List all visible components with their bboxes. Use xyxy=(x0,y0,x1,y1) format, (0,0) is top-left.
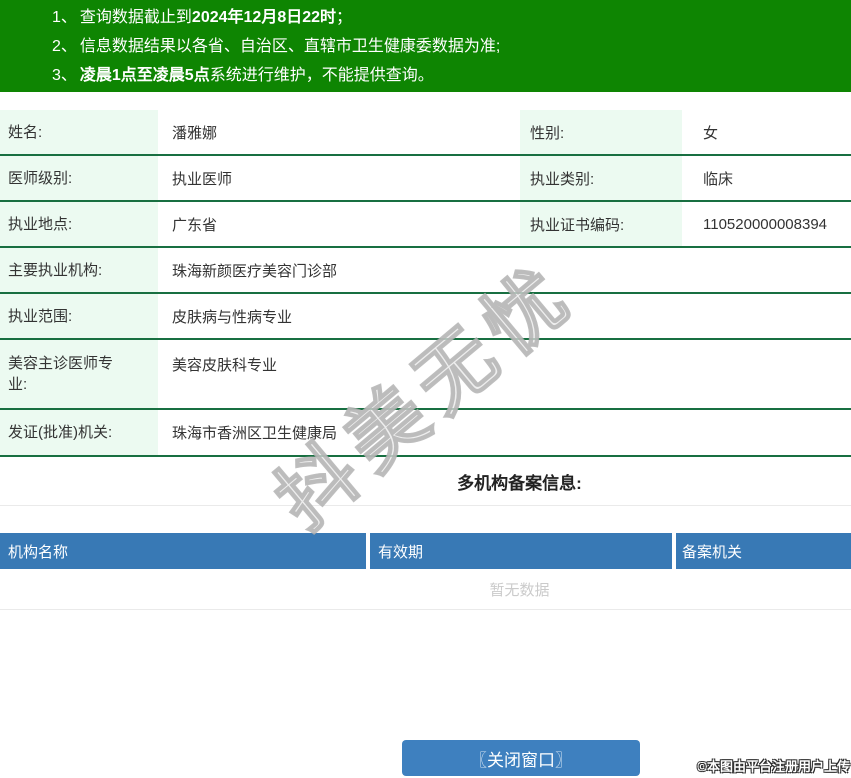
field-label-cosmetic-specialty: 美容主诊医师专业: xyxy=(0,340,158,408)
notice-banner: 1、查询数据截止到2024年12月8日22时； 2、信息数据结果以各省、自治区、… xyxy=(0,0,851,92)
table-row: 美容主诊医师专业: 美容皮肤科专业 xyxy=(0,340,851,410)
field-value-practice-location: 广东省 xyxy=(158,202,520,246)
field-label-doctor-level: 医师级别: xyxy=(0,156,158,200)
field-value-cosmetic-specialty: 美容皮肤科专业 xyxy=(158,340,851,408)
upload-stamp: ©本图由平台注册用户上传 xyxy=(697,756,850,775)
notice-line-number: 3、 xyxy=(52,67,77,84)
field-value-practice-scope: 皮肤病与性病专业 xyxy=(158,294,851,338)
notice-line: 1、查询数据截止到2024年12月8日22时； xyxy=(52,3,851,32)
notice-line-text: 信息数据结果以各省、自治区、直辖市卫生健康委数据为准; xyxy=(80,38,500,55)
notice-line-bold-text: 凌晨1点至凌晨5点 xyxy=(80,67,210,84)
table-row: 医师级别: 执业医师 执业类别: 临床 xyxy=(0,156,851,202)
filing-empty-row: 暂无数据 xyxy=(0,569,851,610)
field-value-gender: 女 xyxy=(682,110,851,154)
column-header-validity-period: 有效期 xyxy=(370,533,672,569)
notice-line-text: ； xyxy=(336,9,352,26)
column-header-filing-authority: 备案机关 xyxy=(676,533,851,569)
filing-section-header: 多机构备案信息: xyxy=(0,457,851,506)
field-label-main-institution: 主要执业机构: xyxy=(0,248,158,292)
field-label-practice-location: 执业地点: xyxy=(0,202,158,246)
notice-line: 2、信息数据结果以各省、自治区、直辖市卫生健康委数据为准; xyxy=(52,32,851,61)
field-value-issuing-authority: 珠海市香洲区卫生健康局 xyxy=(158,410,851,455)
field-label-practice-scope: 执业范围: xyxy=(0,294,158,338)
table-row: 姓名: 潘雅娜 性别: 女 xyxy=(0,110,851,156)
doctor-info-table: 姓名: 潘雅娜 性别: 女 医师级别: 执业医师 执业类别: 临床 执业地点: … xyxy=(0,110,851,457)
notice-line-bold-text: 2024年12月8日22时 xyxy=(192,9,336,26)
field-label-practice-category: 执业类别: xyxy=(520,156,682,200)
section-title: 多机构备案信息: xyxy=(457,469,582,494)
field-label-name: 姓名: xyxy=(0,110,158,154)
table-row: 发证(批准)机关: 珠海市香洲区卫生健康局 xyxy=(0,410,851,457)
table-row: 执业地点: 广东省 执业证书编码: 110520000008394 xyxy=(0,202,851,248)
filing-table-header: 机构名称 有效期 备案机关 xyxy=(0,533,851,569)
notice-line-number: 2、 xyxy=(52,38,77,55)
column-header-institution-name: 机构名称 xyxy=(0,533,366,569)
field-label-certificate-number: 执业证书编码: xyxy=(520,202,682,246)
field-value-practice-category: 临床 xyxy=(682,156,851,200)
field-value-doctor-level: 执业医师 xyxy=(158,156,520,200)
field-label-issuing-authority: 发证(批准)机关: xyxy=(0,410,158,455)
field-value-certificate-number: 110520000008394 xyxy=(682,202,851,246)
table-row: 执业范围: 皮肤病与性病专业 xyxy=(0,294,851,340)
empty-state-text: 暂无数据 xyxy=(489,579,549,600)
table-row: 主要执业机构: 珠海新颜医疗美容门诊部 xyxy=(0,248,851,294)
notice-line-number: 1、 xyxy=(52,9,77,26)
field-value-main-institution: 珠海新颜医疗美容门诊部 xyxy=(158,248,851,292)
field-value-name: 潘雅娜 xyxy=(158,110,520,154)
section-spacer xyxy=(0,506,851,533)
notice-line-text: 查询数据截止到 xyxy=(80,9,192,26)
notice-line: 3、凌晨1点至凌晨5点系统进行维护，不能提供查询。 xyxy=(52,61,851,90)
notice-line-text: 系统进行维护，不能提供查询。 xyxy=(210,67,434,84)
field-label-gender: 性别: xyxy=(520,110,682,154)
close-window-button[interactable]: 〖关闭窗口〗 xyxy=(402,740,640,776)
